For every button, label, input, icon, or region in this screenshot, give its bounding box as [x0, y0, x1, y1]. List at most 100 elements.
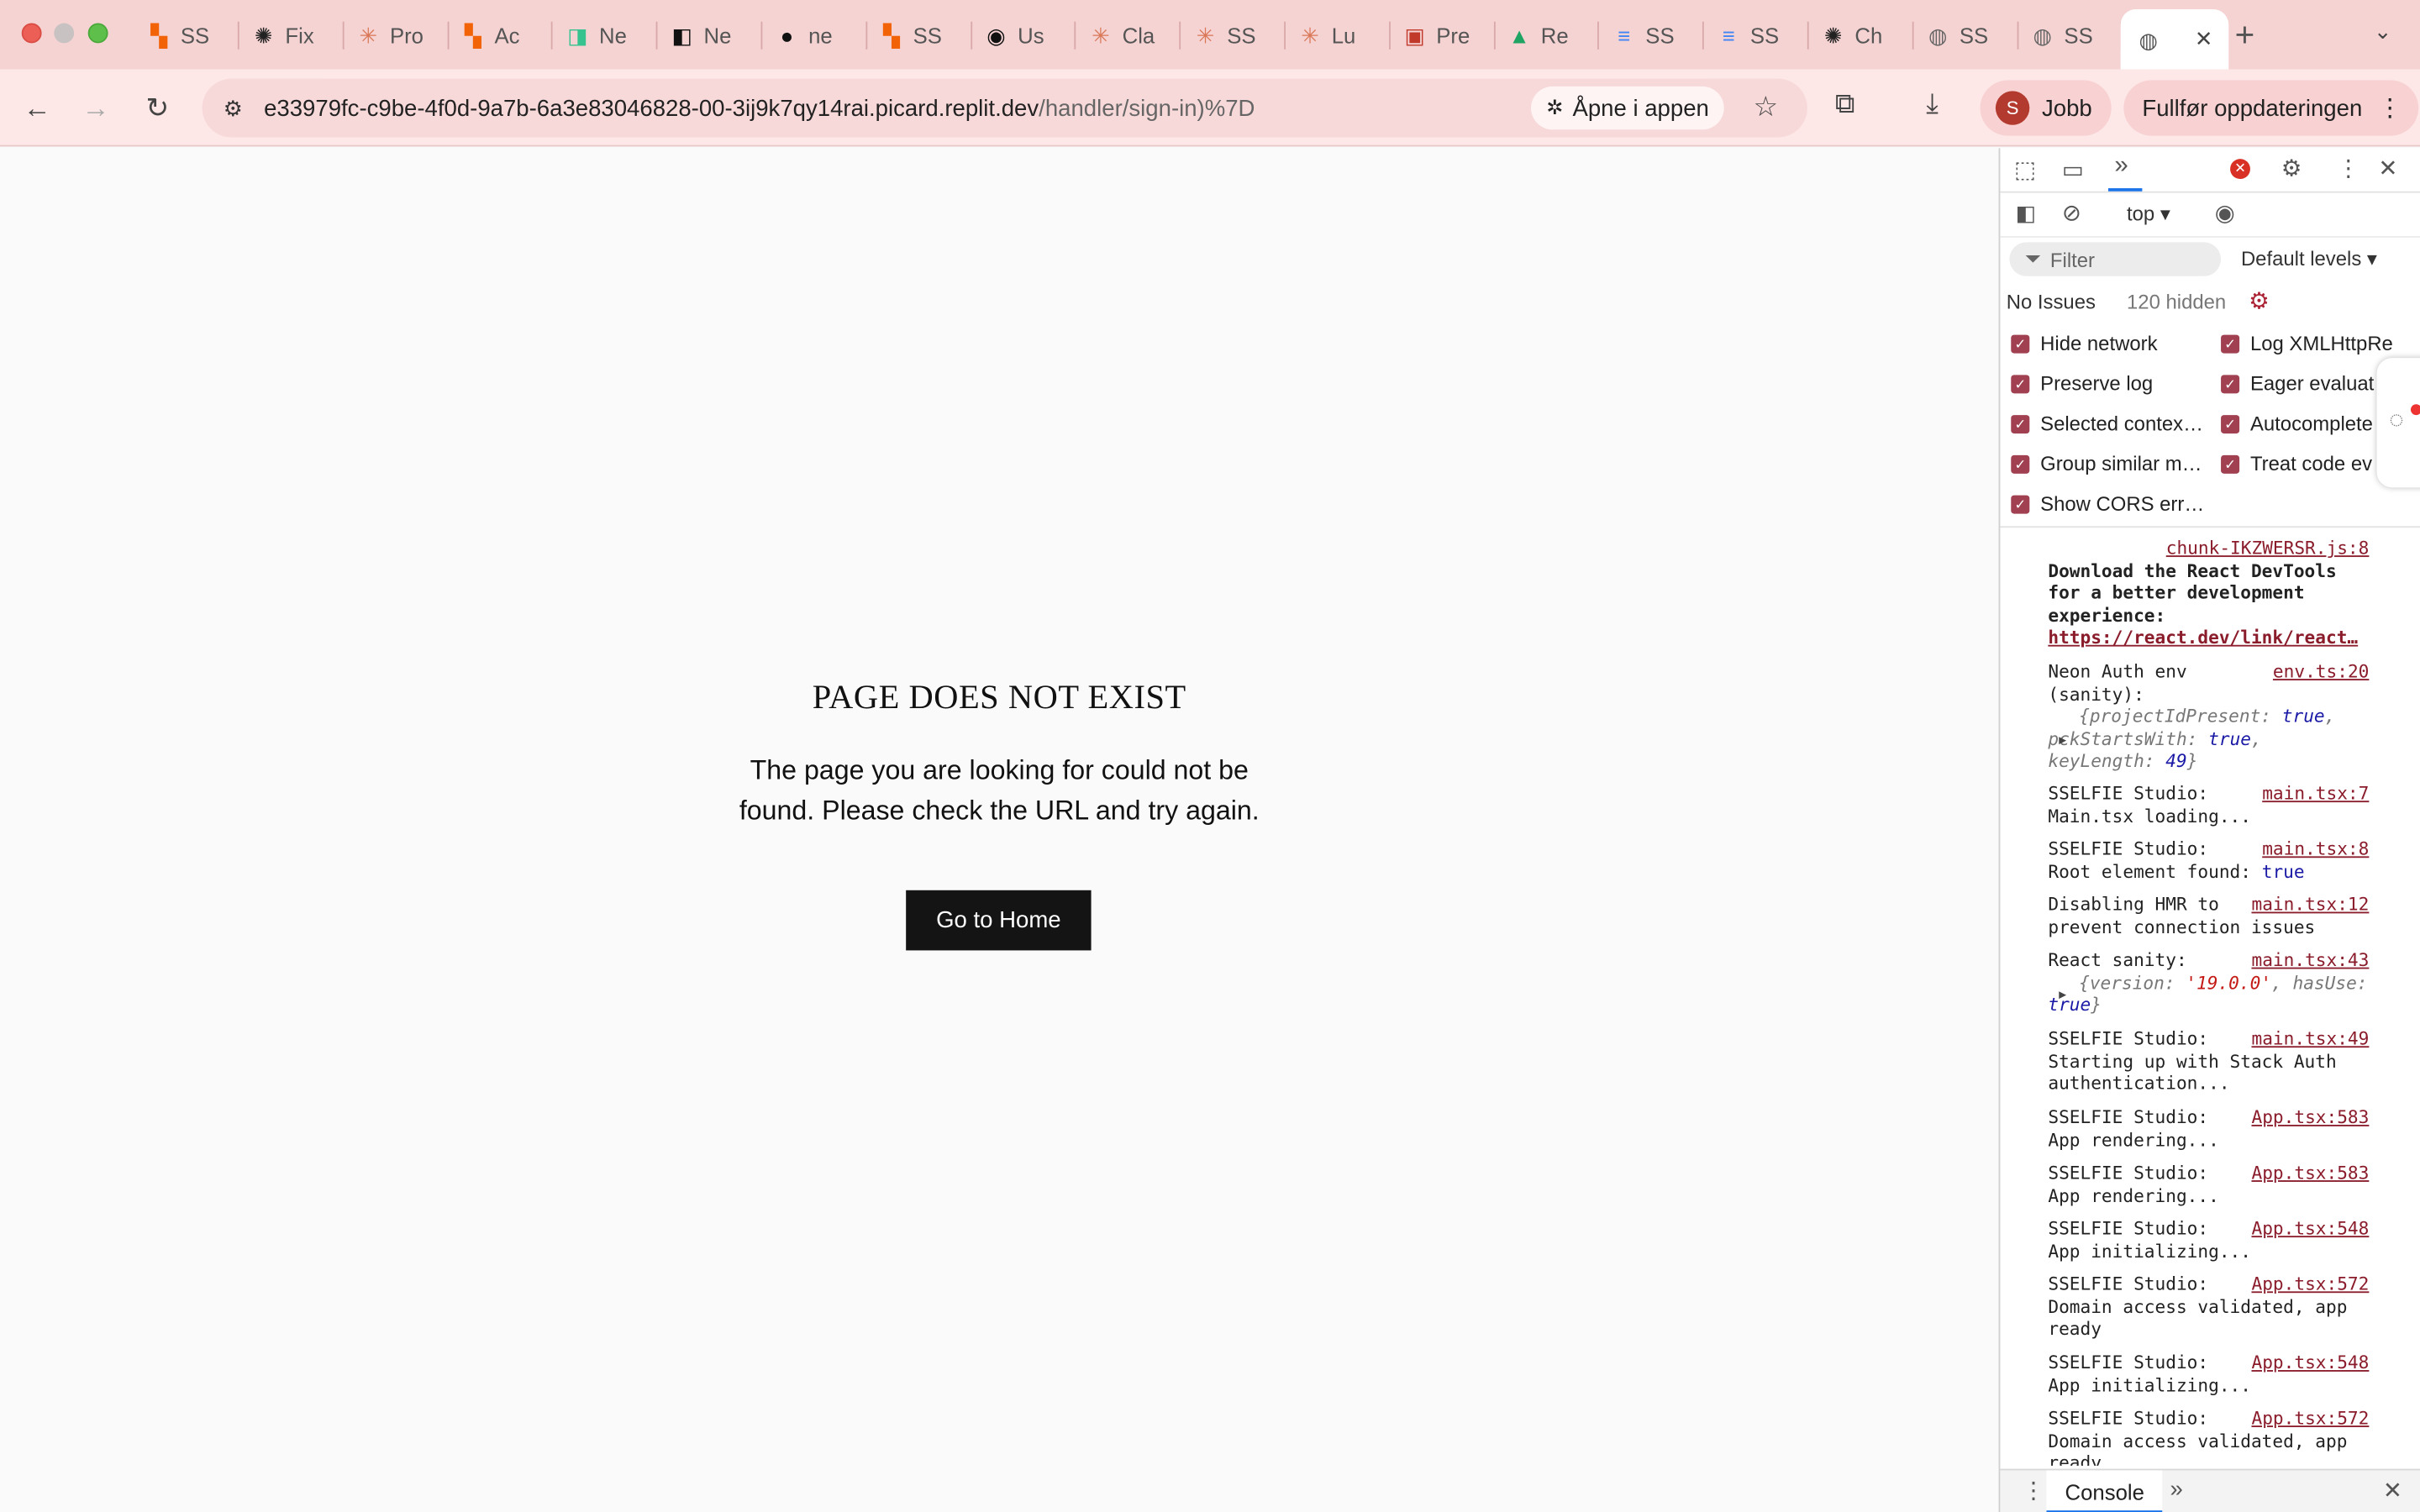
- source-link[interactable]: App.tsx:548: [2251, 1352, 2369, 1374]
- checkbox-checked-icon[interactable]: ✓: [2011, 333, 2030, 353]
- message-text: Neon Auth env (sanity):: [2048, 660, 2187, 705]
- checkbox-checked-icon[interactable]: ✓: [2221, 454, 2240, 473]
- checkbox-checked-icon[interactable]: ✓: [2221, 414, 2240, 433]
- source-link[interactable]: chunk-IKZWERSR.js:8: [2166, 537, 2370, 559]
- window-close-button[interactable]: [21, 23, 42, 44]
- context-label: top: [2127, 202, 2155, 226]
- live-expression-eye-icon[interactable]: ◉: [2215, 199, 2235, 227]
- tab-replit[interactable]: ▚ SS: [146, 13, 229, 59]
- tab-claude[interactable]: ✳ Lu: [1297, 13, 1381, 59]
- setting-treat-code[interactable]: ✓ Treat code ev: [2221, 452, 2372, 475]
- go-home-button[interactable]: Go to Home: [906, 890, 1092, 951]
- window-minimize-button[interactable]: [54, 23, 75, 44]
- console-message: main.tsx:7 SSELFIE Studio: Main.tsx load…: [2048, 782, 2369, 827]
- tab-claude[interactable]: ✳ SS: [1193, 13, 1276, 59]
- setting-eager-eval[interactable]: ✓ Eager evaluat: [2221, 372, 2374, 395]
- forward-icon[interactable]: →: [76, 88, 116, 129]
- tab-google-docs[interactable]: ≡ SS: [1612, 13, 1695, 59]
- source-link[interactable]: main.tsx:49: [2251, 1027, 2369, 1050]
- tab-claude[interactable]: ✳ Cla: [1088, 13, 1171, 59]
- source-link[interactable]: App.tsx:572: [2251, 1273, 2369, 1295]
- floating-assistant-button[interactable]: ◌: [2376, 358, 2420, 488]
- tab-replit[interactable]: ▚ Ac: [460, 13, 544, 59]
- source-link[interactable]: main.tsx:7: [2262, 782, 2369, 805]
- close-devtools-icon[interactable]: ✕: [2378, 155, 2397, 182]
- setting-group-similar[interactable]: ✓ Group similar m…: [2011, 452, 2202, 475]
- issues-label[interactable]: No Issues: [2007, 290, 2096, 313]
- active-panel-indicator: [2107, 188, 2143, 192]
- context-select[interactable]: top ▾: [2127, 202, 2170, 227]
- error-count-icon[interactable]: ✕: [2230, 159, 2250, 180]
- devtools-panel: ⬚ ▭ » ✕ ⚙ ⋮ ✕ ◧ ⊘ top ▾ ◉ ⏷ Filter Defau…: [1998, 148, 2420, 1512]
- devtools-settings-icon[interactable]: ⚙: [2281, 155, 2302, 182]
- clear-console-icon[interactable]: ⊘: [2062, 199, 2081, 227]
- expand-triangle-icon[interactable]: ▶: [2059, 984, 2066, 1007]
- console-settings-icon[interactable]: ⚙: [2249, 287, 2270, 314]
- update-button[interactable]: Fullfør oppdateringen ⋮: [2123, 80, 2418, 136]
- source-link[interactable]: App.tsx:548: [2251, 1217, 2369, 1240]
- tab-claude[interactable]: ✳ Pro: [356, 13, 439, 59]
- setting-selected-context[interactable]: ✓ Selected contex…: [2011, 412, 2203, 435]
- extensions-icon[interactable]: ⧉: [1835, 88, 1855, 121]
- message-link[interactable]: https://react.dev/link/react…: [2048, 627, 2358, 648]
- new-tab-button[interactable]: +: [2235, 15, 2255, 55]
- source-link[interactable]: App.tsx:572: [2251, 1407, 2369, 1430]
- setting-log-xhr[interactable]: ✓ Log XMLHttpRe: [2221, 332, 2393, 354]
- setting-autocomplete[interactable]: ✓ Autocomplete: [2221, 412, 2373, 435]
- source-link[interactable]: main.tsx:12: [2251, 893, 2369, 916]
- tab-label: ne: [808, 23, 833, 48]
- sidebar-toggle-icon[interactable]: ◧: [2016, 201, 2036, 227]
- tab-neon-dark[interactable]: ◧ Ne: [670, 13, 753, 59]
- log-levels-select[interactable]: Default levels ▾: [2241, 247, 2377, 271]
- devtools-menu-icon[interactable]: ⋮: [2337, 155, 2360, 182]
- chevron-down-icon[interactable]: ⌄: [2374, 18, 2392, 45]
- checkbox-checked-icon[interactable]: ✓: [2011, 374, 2030, 393]
- device-toolbar-icon[interactable]: ▭: [2062, 156, 2084, 183]
- setting-show-cors[interactable]: ✓ Show CORS err…: [2011, 492, 2204, 515]
- tab-console[interactable]: Console: [2046, 1470, 2163, 1512]
- tab-globe[interactable]: ◍ SS: [1925, 13, 2008, 59]
- window-zoom-button[interactable]: [87, 23, 108, 44]
- source-link[interactable]: env.ts:20: [2273, 660, 2369, 683]
- drawer-menu-icon[interactable]: ⋮: [2022, 1477, 2045, 1504]
- tab-google-docs[interactable]: ≡ SS: [1716, 13, 1799, 59]
- more-panels-icon[interactable]: »: [2114, 153, 2128, 181]
- source-link[interactable]: App.tsx:583: [2251, 1162, 2369, 1184]
- tab-replit[interactable]: ▚ SS: [879, 13, 962, 59]
- profile-button[interactable]: S Jobb: [1980, 80, 2111, 136]
- tab-openai[interactable]: ✺ Ch: [1821, 13, 1904, 59]
- console-filter-input[interactable]: ⏷ Filter: [2009, 242, 2222, 276]
- back-icon[interactable]: ←: [17, 88, 57, 129]
- checkbox-checked-icon[interactable]: ✓: [2011, 494, 2030, 513]
- tab-stack-auth[interactable]: ◉ Us: [984, 13, 1067, 59]
- setting-hide-network[interactable]: ✓ Hide network: [2011, 332, 2158, 354]
- site-settings-icon[interactable]: ⚙: [218, 92, 249, 123]
- more-tabs-icon[interactable]: »: [2170, 1477, 2182, 1503]
- setting-preserve-log[interactable]: ✓ Preserve log: [2011, 372, 2153, 395]
- close-drawer-icon[interactable]: ✕: [2383, 1477, 2402, 1504]
- tab-openai[interactable]: ✺ Fix: [251, 13, 334, 59]
- tab-label: SS: [913, 23, 942, 48]
- reload-icon[interactable]: ↻: [137, 88, 177, 129]
- expand-triangle-icon[interactable]: ▶: [2059, 730, 2066, 753]
- checkbox-checked-icon[interactable]: ✓: [2221, 374, 2240, 393]
- address-bar[interactable]: ⚙ e33979fc-c9be-4f0d-9a7b-6a3e83046828-0…: [202, 78, 1807, 138]
- download-icon[interactable]: ⤓: [1926, 88, 1939, 121]
- tab-neon[interactable]: ◨ Ne: [566, 13, 649, 59]
- source-link[interactable]: main.tsx:8: [2262, 837, 2369, 860]
- checkbox-checked-icon[interactable]: ✓: [2011, 454, 2030, 473]
- source-link[interactable]: App.tsx:583: [2251, 1106, 2369, 1129]
- close-tab-icon[interactable]: ✕: [2195, 26, 2213, 52]
- checkbox-checked-icon[interactable]: ✓: [2221, 333, 2240, 353]
- bookmark-star-icon[interactable]: ☆: [1754, 91, 1779, 123]
- tab-google-drive[interactable]: ▲ Re: [1507, 13, 1590, 59]
- tab-active[interactable]: ◍ ✕: [2120, 9, 2228, 70]
- tab-globe[interactable]: ◍ SS: [2030, 13, 2113, 59]
- inspect-element-icon[interactable]: ⬚: [2014, 156, 2036, 183]
- url-text[interactable]: e33979fc-c9be-4f0d-9a7b-6a3e83046828-00-…: [264, 95, 1255, 121]
- source-link[interactable]: main.tsx:43: [2251, 949, 2369, 972]
- tab-github[interactable]: ● ne: [775, 13, 858, 59]
- tab-prisma[interactable]: ▣ Pre: [1402, 13, 1486, 59]
- open-in-app-button[interactable]: ✲ Åpne i appen: [1531, 86, 1725, 130]
- checkbox-checked-icon[interactable]: ✓: [2011, 414, 2030, 433]
